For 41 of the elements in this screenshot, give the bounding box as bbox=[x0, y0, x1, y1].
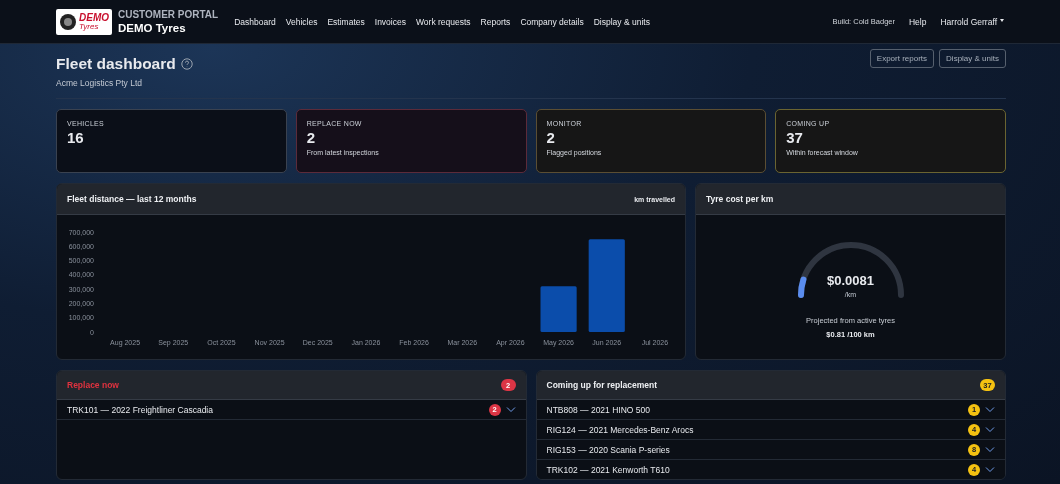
tyre-icon bbox=[59, 12, 77, 31]
help-link[interactable]: Help bbox=[909, 16, 927, 27]
gauge-value: $0.0081 bbox=[826, 274, 875, 287]
nav-link[interactable]: Invoices bbox=[374, 16, 406, 27]
outline-button[interactable]: Display & units bbox=[939, 49, 1006, 68]
vehicle-label[interactable]: RIG153 — 2020 Scania P-series bbox=[546, 444, 968, 455]
nav-link[interactable]: Company details bbox=[520, 16, 584, 27]
chart-bar bbox=[540, 286, 577, 332]
user-menu[interactable]: Harrold Gerraff bbox=[940, 16, 1004, 27]
page-title: Fleet dashboard bbox=[56, 55, 176, 73]
nav-link[interactable]: Estimates bbox=[327, 16, 365, 27]
vehicle-label[interactable]: RIG124 — 2021 Mercedes-Benz Arocs bbox=[546, 424, 968, 435]
panel-title: Coming up for replacement bbox=[546, 380, 657, 390]
vehicle-label[interactable]: NTB808 — 2021 HINO 500 bbox=[546, 404, 968, 415]
chevron-icon[interactable] bbox=[985, 426, 995, 433]
company-name: DEMO Tyres bbox=[118, 22, 187, 34]
nav-link[interactable]: Display & units bbox=[593, 16, 650, 27]
panel-title: Fleet distance — last 12 months bbox=[67, 194, 197, 204]
chevron-icon[interactable] bbox=[505, 406, 516, 413]
panel-title: Tyre cost per km bbox=[706, 194, 774, 204]
stat-value: 2 bbox=[306, 129, 317, 146]
panel-title: Replace now bbox=[67, 380, 119, 390]
chevron-icon[interactable] bbox=[985, 466, 995, 473]
outline-button[interactable]: Export reports bbox=[869, 49, 935, 68]
nav-link[interactable]: Vehicles bbox=[285, 16, 318, 27]
gauge-fill bbox=[797, 276, 806, 298]
nav-link[interactable]: Work requests bbox=[415, 16, 471, 27]
stat-value: 37 bbox=[786, 129, 804, 146]
nav-link[interactable]: Reports bbox=[480, 16, 511, 27]
chevron-icon[interactable] bbox=[985, 446, 995, 453]
vehicle-label[interactable]: TRK101 — 2022 Freightliner Cascadia bbox=[67, 404, 489, 415]
nav-link[interactable]: Dashboard bbox=[234, 16, 276, 27]
portal-label: CUSTOMER PORTAL bbox=[118, 9, 219, 20]
stat-value: 16 bbox=[67, 129, 85, 146]
logo-text: DEMO bbox=[79, 12, 109, 23]
vehicle-label[interactable]: TRK102 — 2021 Kenworth T610 bbox=[546, 464, 968, 475]
logo-text: Tyres bbox=[79, 22, 100, 31]
stat-value: 2 bbox=[546, 129, 556, 146]
chevron-icon[interactable] bbox=[985, 406, 995, 413]
company-subtitle: Acme Logistics Pty Ltd bbox=[56, 78, 143, 88]
help-icon[interactable] bbox=[180, 58, 193, 70]
